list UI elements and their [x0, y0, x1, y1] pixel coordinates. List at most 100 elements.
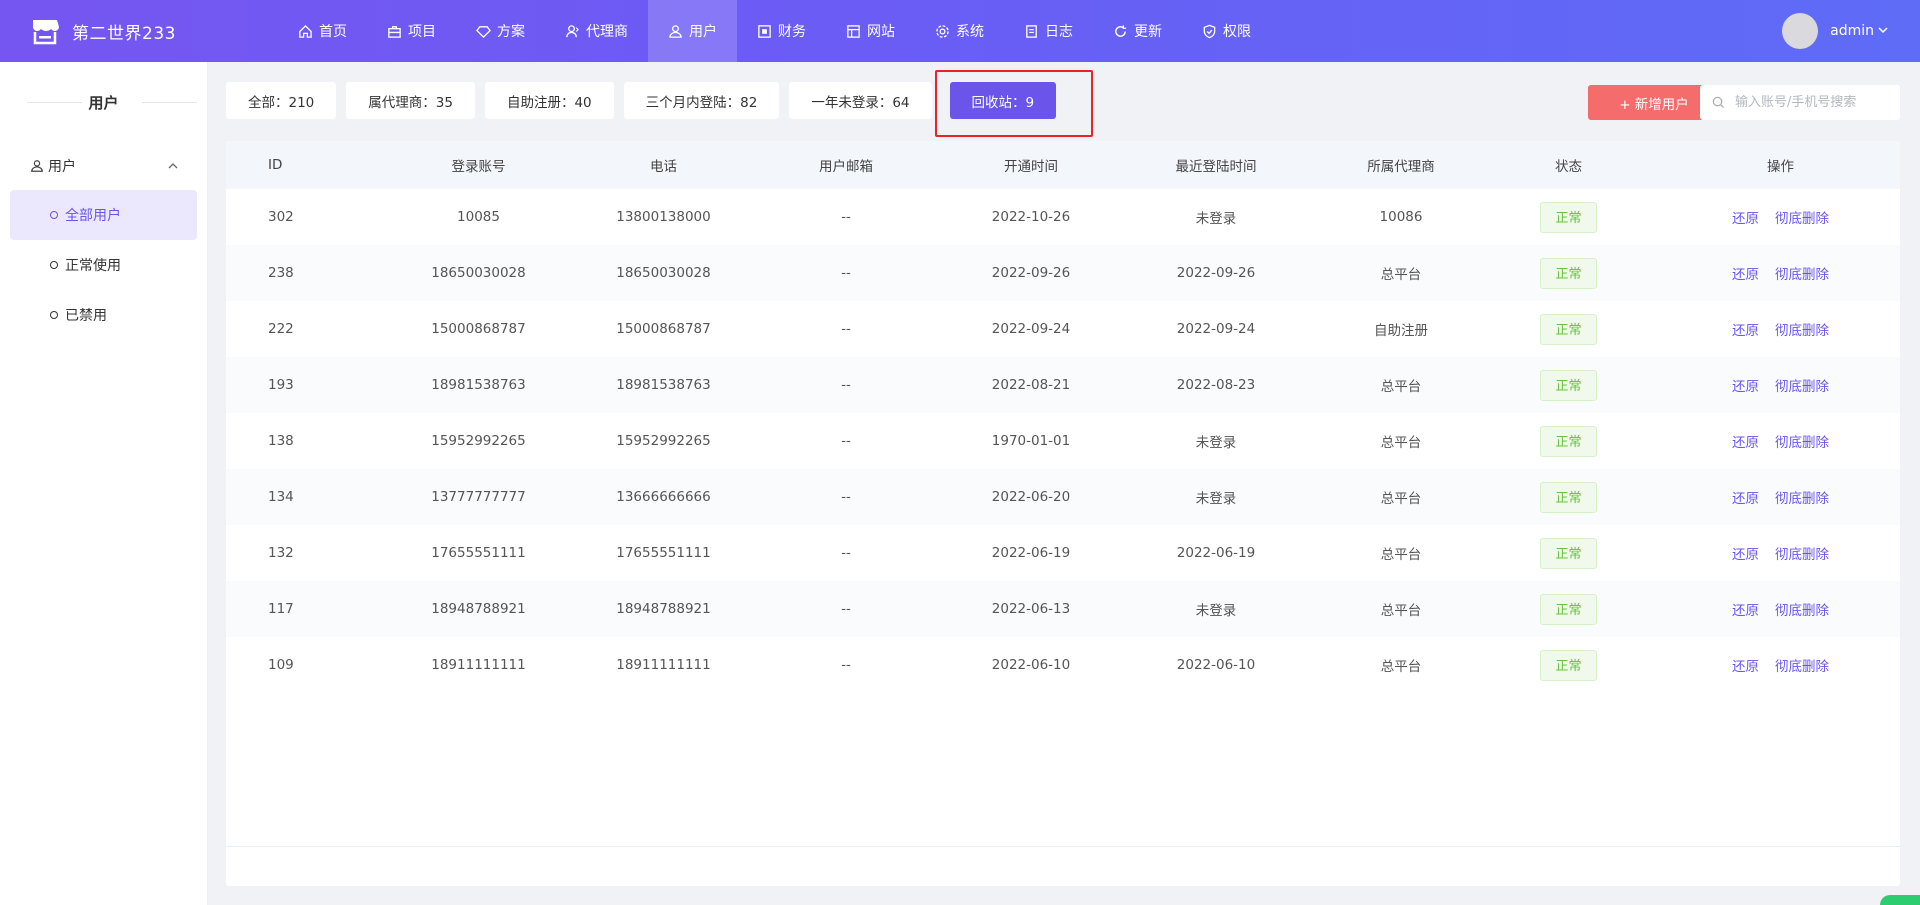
permanent-delete-button[interactable]: 彻底删除	[1775, 659, 1829, 675]
nav-logs[interactable]: 日志	[1004, 0, 1093, 62]
cell-id: 117	[268, 601, 294, 617]
restore-button[interactable]: 还原	[1732, 379, 1759, 395]
status-badge: 正常	[1540, 425, 1597, 457]
permanent-delete-button[interactable]: 彻底删除	[1775, 323, 1829, 339]
cell-account: 18948788921	[431, 601, 526, 617]
cell-last-login: 2022-08-23	[1176, 377, 1256, 393]
nav-home[interactable]: 首页	[278, 0, 367, 62]
restore-button[interactable]: 还原	[1732, 435, 1759, 451]
table-row: 132 17655551111 17655551111 -- 2022-06-19 202…	[226, 525, 1900, 581]
nav-website[interactable]: 网站	[826, 0, 915, 62]
users-table-card: ID 登录账号 电话 用户邮箱 开通时间 最近登陆时间 所属代理商 状态 操作 …	[226, 141, 1900, 886]
permanent-delete-button[interactable]: 彻底删除	[1775, 211, 1829, 227]
cell-id: 109	[268, 657, 294, 673]
cell-last-login: 2022-09-26	[1176, 265, 1256, 281]
cell-account: 15952992265	[431, 433, 526, 449]
permanent-delete-button[interactable]: 彻底删除	[1775, 267, 1829, 283]
restore-button[interactable]: 还原	[1732, 323, 1759, 339]
nav-label: 首页	[319, 24, 347, 40]
filter-tab-recent-login[interactable]: 三个月内登陆：82	[623, 82, 780, 119]
nav-updates[interactable]: 更新	[1093, 0, 1182, 62]
cell-phone: 17655551111	[616, 545, 711, 561]
cell-phone: 18948788921	[616, 601, 711, 617]
cell-phone: 15952992265	[616, 433, 711, 449]
cell-actions: 还原 彻底删除	[1661, 301, 1900, 357]
nav-label: 项目	[408, 24, 436, 40]
user-menu[interactable]: admin	[1782, 0, 1888, 62]
restore-button[interactable]: 还原	[1732, 211, 1759, 227]
table-footer-divider	[226, 846, 1900, 847]
cell-email: --	[841, 433, 851, 449]
cell-actions: 还原 彻底删除	[1661, 581, 1900, 637]
refresh-icon	[1113, 24, 1128, 39]
nav-plans[interactable]: 方案	[456, 0, 545, 62]
permanent-delete-button[interactable]: 彻底删除	[1775, 379, 1829, 395]
filter-tab-all[interactable]: 全部：210	[226, 82, 337, 119]
top-header: 第二世界233 首页 项目 方案 代理商 用户 财务 网站 系统 日志 更新 权…	[0, 0, 1920, 62]
cell-id: 222	[268, 321, 294, 337]
filter-tab-recycle-bin[interactable]: 回收站：9	[949, 82, 1057, 119]
cell-last-login: 未登录	[1195, 435, 1237, 451]
table-row: 134 13777777777 13666666666 -- 2022-06-20 未登录…	[226, 469, 1900, 525]
user-name: admin	[1830, 23, 1874, 39]
cell-account: 18911111111	[431, 657, 526, 673]
cell-agent: 总平台	[1380, 547, 1422, 563]
cell-account: 10085	[457, 209, 500, 225]
cell-last-login: 未登录	[1195, 491, 1237, 507]
sidebar-item-disabled-users[interactable]: 已禁用	[10, 290, 197, 340]
status-badge: 正常	[1540, 369, 1597, 401]
filter-tab-agent[interactable]: 属代理商：35	[346, 82, 475, 119]
nav-label: 财务	[778, 24, 806, 40]
avatar[interactable]	[1782, 13, 1819, 49]
restore-button[interactable]: 还原	[1732, 491, 1759, 507]
table-body: 302 10085 13800138000 -- 2022-10-26 未登录 10086 正…	[226, 189, 1900, 693]
brand[interactable]: 第二世界233	[0, 16, 270, 46]
search-input[interactable]	[1735, 95, 1895, 110]
floating-help-icon[interactable]	[1880, 895, 1920, 905]
nav-finance[interactable]: 财务	[737, 0, 826, 62]
restore-button[interactable]: 还原	[1732, 547, 1759, 563]
cell-phone: 18650030028	[616, 265, 711, 281]
nav-permissions[interactable]: 权限	[1182, 0, 1271, 62]
permanent-delete-button[interactable]: 彻底删除	[1775, 491, 1829, 507]
users-icon	[30, 159, 44, 173]
cell-last-login: 2022-09-24	[1176, 321, 1256, 337]
status-badge: 正常	[1540, 313, 1597, 345]
cell-opened: 2022-09-24	[991, 321, 1071, 337]
restore-button[interactable]: 还原	[1732, 603, 1759, 619]
cell-opened: 1970-01-01	[991, 433, 1071, 449]
cell-status: 正常	[1476, 469, 1661, 525]
status-badge: 正常	[1540, 481, 1597, 513]
cell-email: --	[841, 265, 851, 281]
filter-tab-inactive-year[interactable]: 一年未登录：64	[789, 82, 932, 119]
circle-icon	[50, 211, 58, 219]
nav-label: 用户	[689, 24, 717, 40]
permanent-delete-button[interactable]: 彻底删除	[1775, 603, 1829, 619]
agent-icon	[565, 24, 580, 39]
restore-button[interactable]: 还原	[1732, 267, 1759, 283]
permanent-delete-button[interactable]: 彻底删除	[1775, 547, 1829, 563]
cell-agent: 总平台	[1380, 435, 1422, 451]
layout-icon	[846, 24, 861, 39]
nav-users[interactable]: 用户	[648, 0, 737, 62]
sidebar-item-label: 已禁用	[65, 308, 107, 324]
document-icon	[1024, 24, 1039, 39]
cell-agent: 总平台	[1380, 603, 1422, 619]
nav-label: 代理商	[586, 24, 628, 40]
filter-tabs: 全部：210 属代理商：35 自助注册：40 三个月内登陆：82 一年未登录：6…	[226, 82, 1066, 119]
sidebar-item-label: 全部用户	[65, 208, 121, 224]
permanent-delete-button[interactable]: 彻底删除	[1775, 435, 1829, 451]
brand-name: 第二世界233	[72, 23, 176, 44]
sidebar-item-active-users[interactable]: 正常使用	[10, 240, 197, 290]
cell-last-login: 未登录	[1195, 211, 1237, 227]
sidebar-group-users[interactable]: 用户	[0, 142, 207, 190]
nav-agents[interactable]: 代理商	[545, 0, 648, 62]
restore-button[interactable]: 还原	[1732, 659, 1759, 675]
cell-account: 15000868787	[431, 321, 526, 337]
filter-tab-self-register[interactable]: 自助注册：40	[484, 82, 614, 119]
nav-system[interactable]: 系统	[915, 0, 1004, 62]
cell-actions: 还原 彻底删除	[1661, 357, 1900, 413]
cell-last-login: 未登录	[1195, 603, 1237, 619]
sidebar-item-all-users[interactable]: 全部用户	[10, 190, 197, 240]
nav-projects[interactable]: 项目	[367, 0, 456, 62]
